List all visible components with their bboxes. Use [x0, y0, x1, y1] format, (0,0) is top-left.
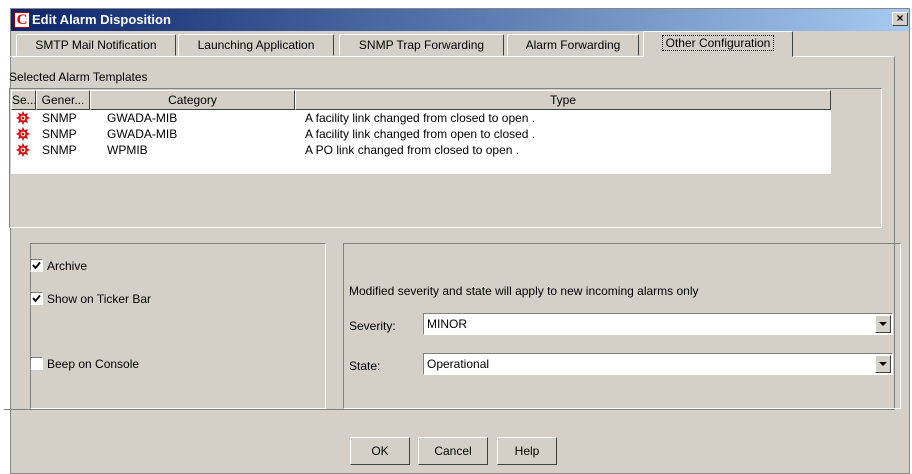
- table-row[interactable]: SNMP WPMIB A PO link changed from closed…: [11, 142, 831, 158]
- show-on-ticker-bar-label: Show on Ticker Bar: [47, 292, 152, 306]
- table-row[interactable]: SNMP GWADA-MIB A facility link changed f…: [11, 110, 831, 126]
- row-type: A facility link changed from open to clo…: [305, 127, 536, 141]
- tab-label: Launching Application: [197, 38, 315, 52]
- row-type: A facility link changed from closed to o…: [305, 111, 536, 125]
- app-logo-icon: C: [14, 12, 30, 28]
- state-dropdown[interactable]: Operational: [423, 353, 893, 375]
- row-generator: SNMP: [42, 127, 77, 141]
- tab-smtp-mail-notification[interactable]: SMTP Mail Notification: [16, 34, 176, 56]
- state-value: Operational: [427, 357, 490, 371]
- tab-snmp-trap-forwarding[interactable]: SNMP Trap Forwarding: [339, 34, 504, 56]
- help-button[interactable]: Help: [497, 437, 557, 465]
- tab-alarm-forwarding[interactable]: Alarm Forwarding: [507, 34, 639, 56]
- row-category: GWADA-MIB: [107, 111, 178, 125]
- alarm-burst-icon: [16, 111, 30, 125]
- tab-label: Alarm Forwarding: [525, 38, 621, 52]
- tab-launching-application[interactable]: Launching Application: [178, 34, 334, 56]
- modification-note: Modified severity and state will apply t…: [349, 284, 699, 298]
- checkbox-box: [30, 259, 43, 272]
- chevron-down-icon: [879, 362, 887, 366]
- severity-value: MINOR: [427, 317, 467, 331]
- ok-button[interactable]: OK: [350, 437, 410, 465]
- tab-label: Other Configuration: [661, 35, 775, 51]
- cancel-button[interactable]: Cancel: [418, 437, 488, 465]
- tab-other-configuration[interactable]: Other Configuration: [643, 31, 793, 57]
- close-button[interactable]: ×: [892, 12, 908, 26]
- severity-label: Severity:: [349, 319, 396, 333]
- severity-dropdown-button[interactable]: [875, 315, 891, 333]
- table-body: SNMP GWADA-MIB A facility link changed f…: [11, 110, 831, 174]
- state-dropdown-button[interactable]: [875, 355, 891, 373]
- column-header-generator[interactable]: Gener...: [36, 90, 90, 110]
- alarm-templates-table[interactable]: Se... Gener... Category Type SNMP GWADA-…: [9, 88, 882, 228]
- severity-dropdown[interactable]: MINOR: [423, 313, 893, 335]
- column-header-type[interactable]: Type: [295, 90, 831, 110]
- title-bar[interactable]: C Edit Alarm Disposition ×: [11, 9, 909, 31]
- row-category: WPMIB: [107, 143, 148, 157]
- state-label: State:: [349, 359, 381, 373]
- table-header: Se... Gener... Category Type: [11, 90, 831, 110]
- checkbox-box: [30, 357, 43, 370]
- alarm-burst-icon: [16, 143, 30, 157]
- checkmark-icon: [32, 294, 41, 303]
- row-type: A PO link changed from closed to open .: [305, 143, 520, 157]
- row-category: GWADA-MIB: [107, 127, 178, 141]
- archive-label: Archive: [47, 259, 88, 273]
- tab-label: SNMP Trap Forwarding: [358, 38, 485, 52]
- row-generator: SNMP: [42, 111, 77, 125]
- table-row[interactable]: SNMP GWADA-MIB A facility link changed f…: [11, 126, 831, 142]
- beep-on-console-label: Beep on Console: [47, 357, 140, 371]
- row-generator: SNMP: [42, 143, 77, 157]
- column-header-category[interactable]: Category: [90, 90, 295, 110]
- checkbox-box: [30, 292, 43, 305]
- alarm-burst-icon: [16, 127, 30, 141]
- window-title: Edit Alarm Disposition: [32, 12, 171, 27]
- tab-label: SMTP Mail Notification: [35, 38, 157, 52]
- selected-alarm-templates-label: Selected Alarm Templates: [9, 70, 148, 84]
- chevron-down-icon: [879, 322, 887, 326]
- column-header-severity[interactable]: Se...: [11, 90, 36, 110]
- checkmark-icon: [32, 261, 41, 270]
